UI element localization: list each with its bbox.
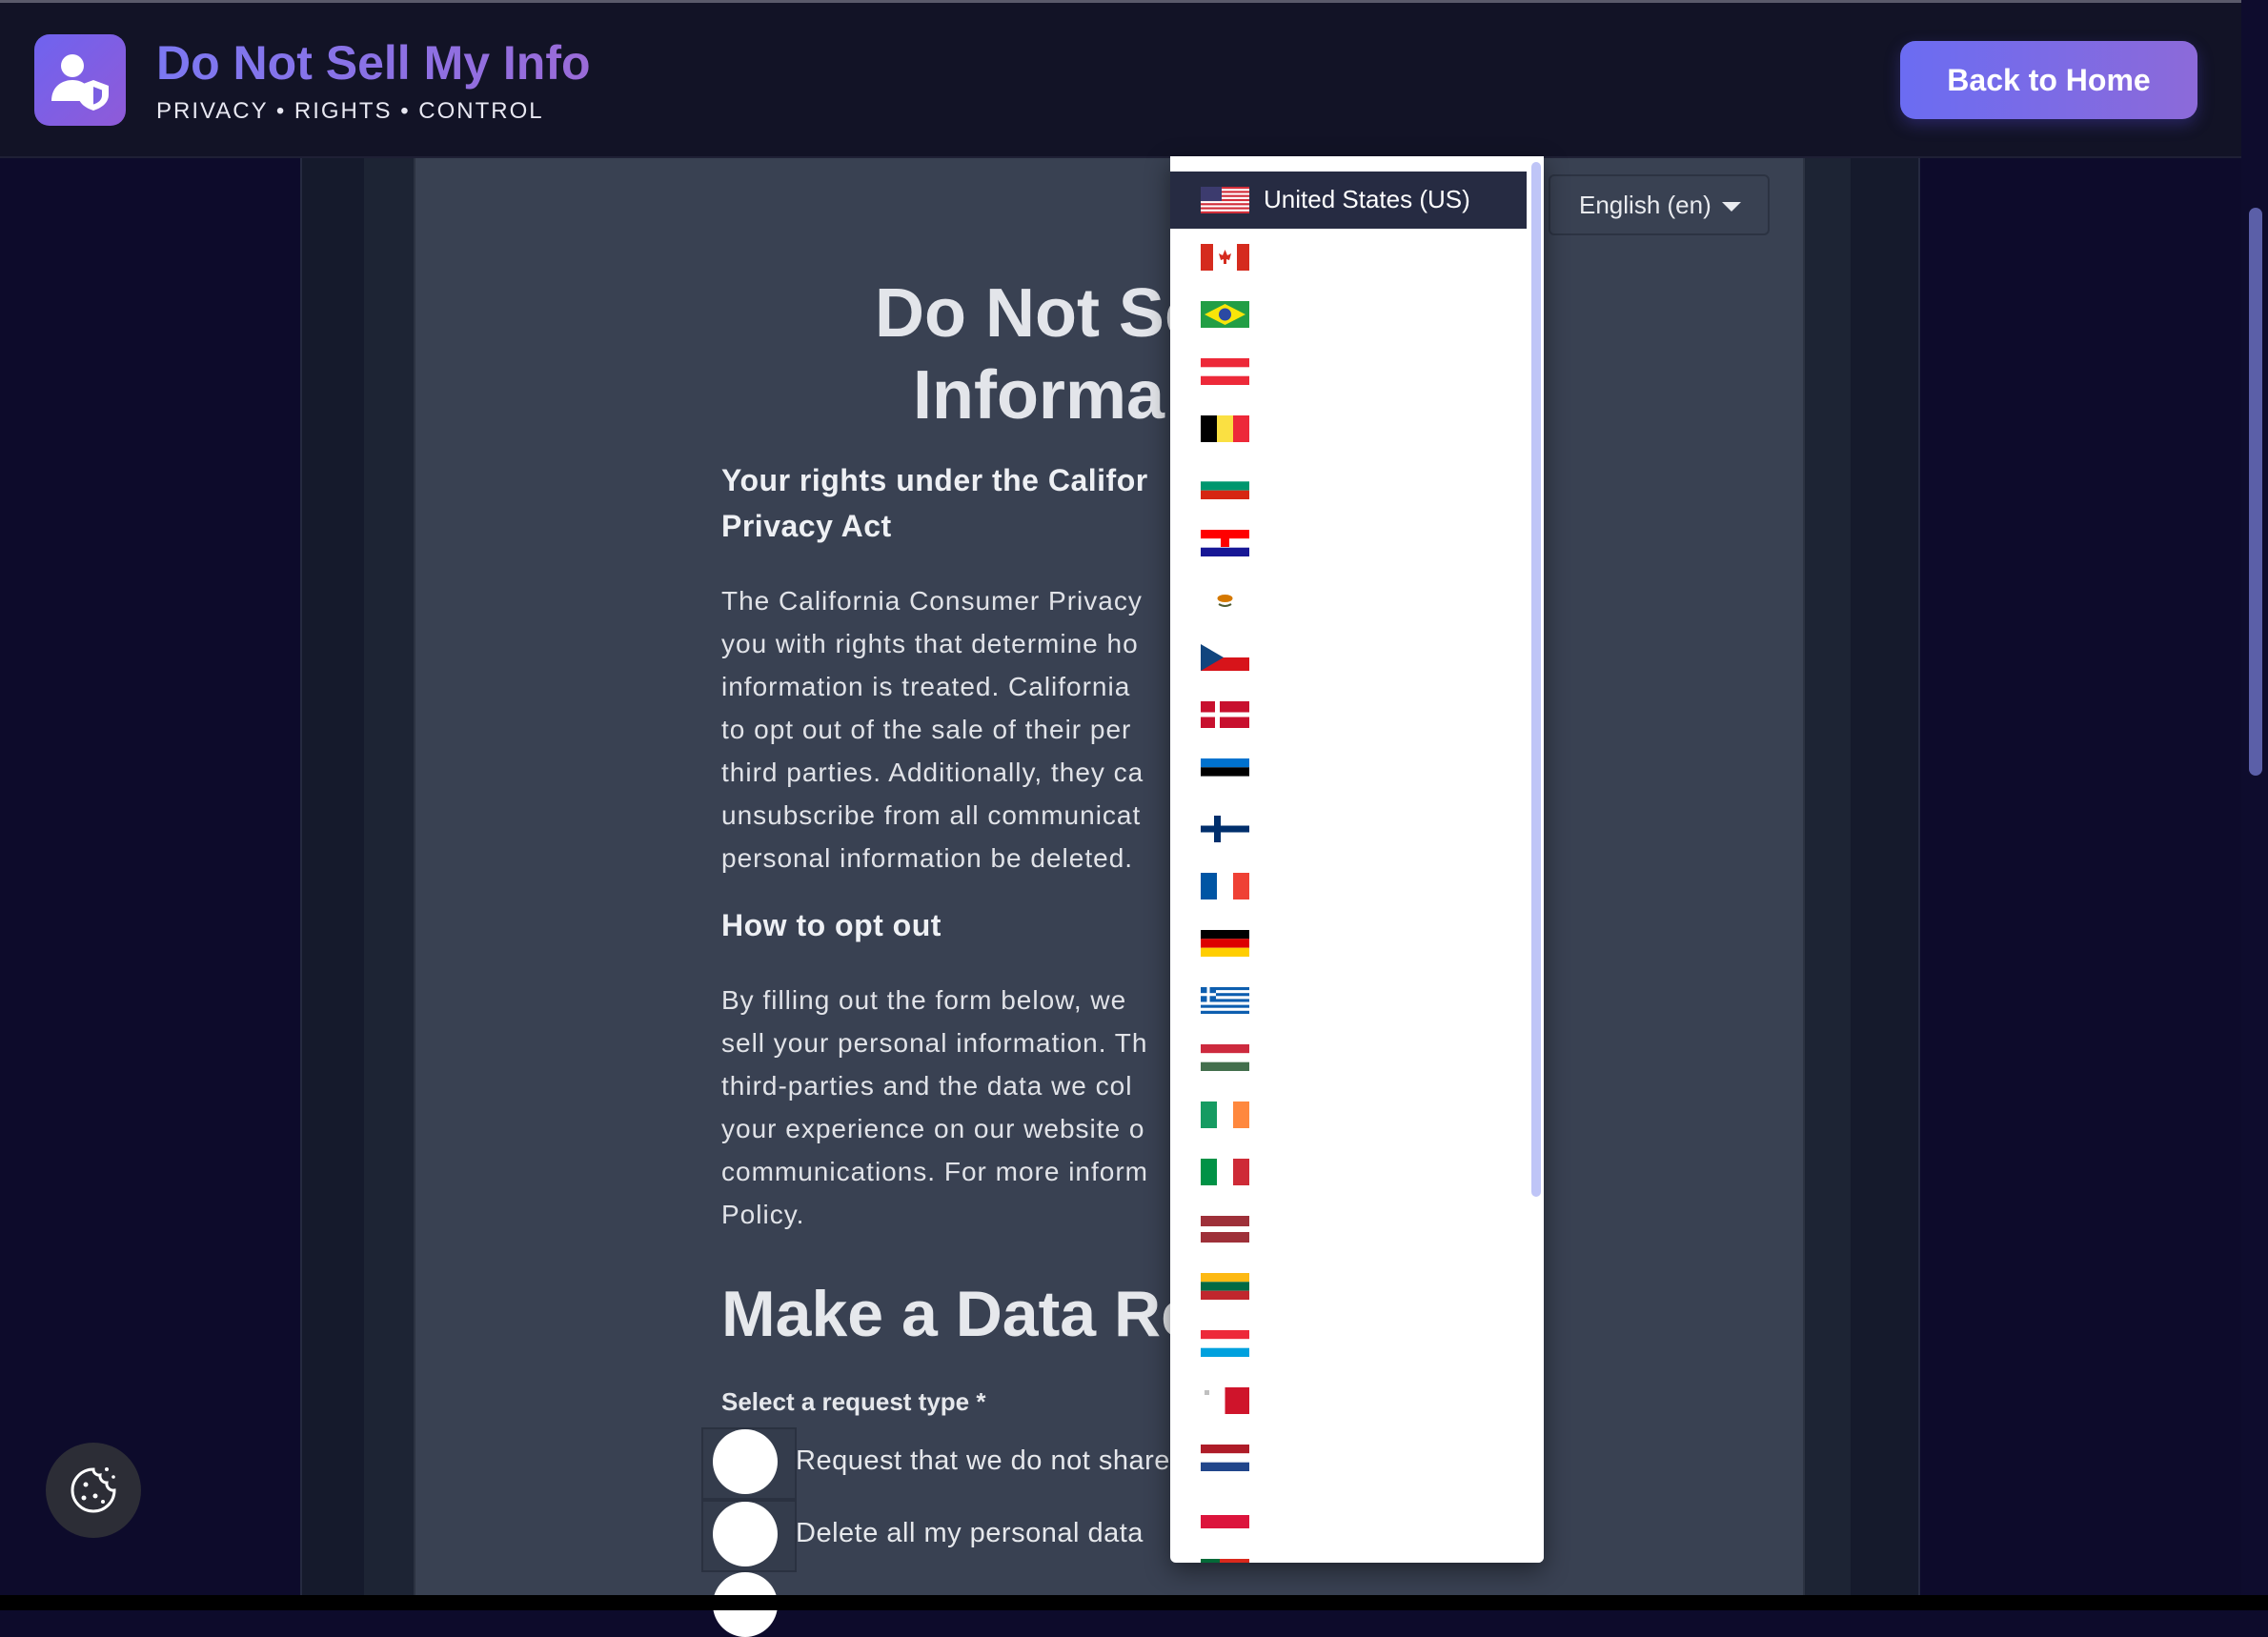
pt-flag-icon bbox=[1201, 1559, 1249, 1563]
ie-flag-icon bbox=[1201, 1101, 1249, 1128]
country-option-lt[interactable] bbox=[1170, 1258, 1527, 1315]
user-shield-logo-icon[interactable] bbox=[34, 34, 126, 126]
hr-flag-icon bbox=[1201, 530, 1249, 556]
chevron-down-icon bbox=[1722, 202, 1741, 212]
country-option-br[interactable] bbox=[1170, 286, 1527, 343]
country-option-mt[interactable] bbox=[1170, 1372, 1527, 1429]
country-option-hr[interactable] bbox=[1170, 515, 1527, 572]
hu-flag-icon bbox=[1201, 1044, 1249, 1071]
dropdown-scrollbar[interactable] bbox=[1527, 156, 1544, 1563]
ca-flag-icon bbox=[1201, 244, 1249, 271]
country-option-pl[interactable] bbox=[1170, 1486, 1527, 1544]
window-bottom-edge bbox=[0, 1595, 2268, 1610]
country-option-gr[interactable] bbox=[1170, 972, 1527, 1029]
dk-flag-icon bbox=[1201, 701, 1249, 728]
cy-flag-icon bbox=[1201, 587, 1249, 614]
page-scrollbar-thumb[interactable] bbox=[2249, 208, 2262, 776]
do-not-share-label[interactable]: Request that we do not share bbox=[796, 1445, 1170, 1477]
br-flag-icon bbox=[1201, 301, 1249, 328]
page-title-line-1: Do Not Se bbox=[874, 275, 1203, 352]
bg-flag-icon bbox=[1201, 473, 1249, 499]
delete-data-label[interactable]: Delete all my personal data bbox=[796, 1518, 1144, 1549]
country-option-label: United States (US) bbox=[1264, 185, 1470, 213]
country-option-cy[interactable] bbox=[1170, 572, 1527, 629]
country-option-nl[interactable] bbox=[1170, 1429, 1527, 1486]
country-option-de[interactable] bbox=[1170, 915, 1527, 972]
at-flag-icon bbox=[1201, 358, 1249, 385]
back-to-home-button[interactable]: Back to Home bbox=[1900, 41, 2197, 119]
data-request-heading: Make a Data Re bbox=[721, 1278, 1197, 1350]
country-option-at[interactable] bbox=[1170, 343, 1527, 400]
cookie-icon bbox=[71, 1467, 116, 1513]
dropdown-scrollbar-thumb[interactable] bbox=[1531, 162, 1541, 1197]
fr-flag-icon bbox=[1201, 873, 1249, 899]
country-option-cz[interactable] bbox=[1170, 629, 1527, 686]
fi-flag-icon bbox=[1201, 816, 1249, 842]
country-option-us[interactable]: United States (US) bbox=[1170, 172, 1527, 229]
nl-flag-icon bbox=[1201, 1445, 1249, 1471]
country-option-hu[interactable] bbox=[1170, 1029, 1527, 1086]
delete-data-radio[interactable] bbox=[713, 1502, 778, 1566]
country-option-it[interactable] bbox=[1170, 1143, 1527, 1201]
site-header: Do Not Sell My Info PRIVACY • RIGHTS • C… bbox=[0, 3, 2241, 158]
page-title: Do Not Se Informa bbox=[0, 273, 2077, 436]
us-flag-icon bbox=[1201, 187, 1249, 213]
language-select[interactable]: English (en) bbox=[1549, 174, 1770, 235]
country-option-lu[interactable] bbox=[1170, 1315, 1527, 1372]
country-option-ie[interactable] bbox=[1170, 1086, 1527, 1143]
cookie-settings-button[interactable] bbox=[46, 1443, 141, 1538]
request-type-label: Select a request type * bbox=[721, 1387, 986, 1416]
country-option-bg[interactable] bbox=[1170, 457, 1527, 515]
de-flag-icon bbox=[1201, 930, 1249, 957]
language-select-value: English (en) bbox=[1579, 190, 1711, 219]
country-option-ca[interactable] bbox=[1170, 229, 1527, 286]
country-option-be[interactable] bbox=[1170, 400, 1527, 457]
cz-flag-icon bbox=[1201, 644, 1249, 671]
country-option-fr[interactable] bbox=[1170, 858, 1527, 915]
country-option-pt[interactable] bbox=[1170, 1544, 1527, 1563]
pl-flag-icon bbox=[1201, 1502, 1249, 1528]
country-option-lv[interactable] bbox=[1170, 1201, 1527, 1258]
do-not-share-radio[interactable] bbox=[713, 1429, 778, 1494]
be-flag-icon bbox=[1201, 415, 1249, 442]
site-tagline: PRIVACY • RIGHTS • CONTROL bbox=[156, 98, 544, 124]
country-option-fi[interactable] bbox=[1170, 800, 1527, 858]
site-title[interactable]: Do Not Sell My Info bbox=[156, 35, 591, 91]
country-dropdown[interactable]: United States (US) bbox=[1170, 156, 1544, 1563]
it-flag-icon bbox=[1201, 1159, 1249, 1185]
lu-flag-icon bbox=[1201, 1330, 1249, 1357]
ee-flag-icon bbox=[1201, 758, 1249, 785]
mt-flag-icon bbox=[1201, 1387, 1249, 1414]
gr-flag-icon bbox=[1201, 987, 1249, 1014]
page-scrollbar[interactable] bbox=[2241, 0, 2268, 1610]
page-title-line-2: Informa bbox=[912, 357, 1165, 434]
country-option-ee[interactable] bbox=[1170, 743, 1527, 800]
country-option-dk[interactable] bbox=[1170, 686, 1527, 743]
lv-flag-icon bbox=[1201, 1216, 1249, 1243]
lt-flag-icon bbox=[1201, 1273, 1249, 1300]
